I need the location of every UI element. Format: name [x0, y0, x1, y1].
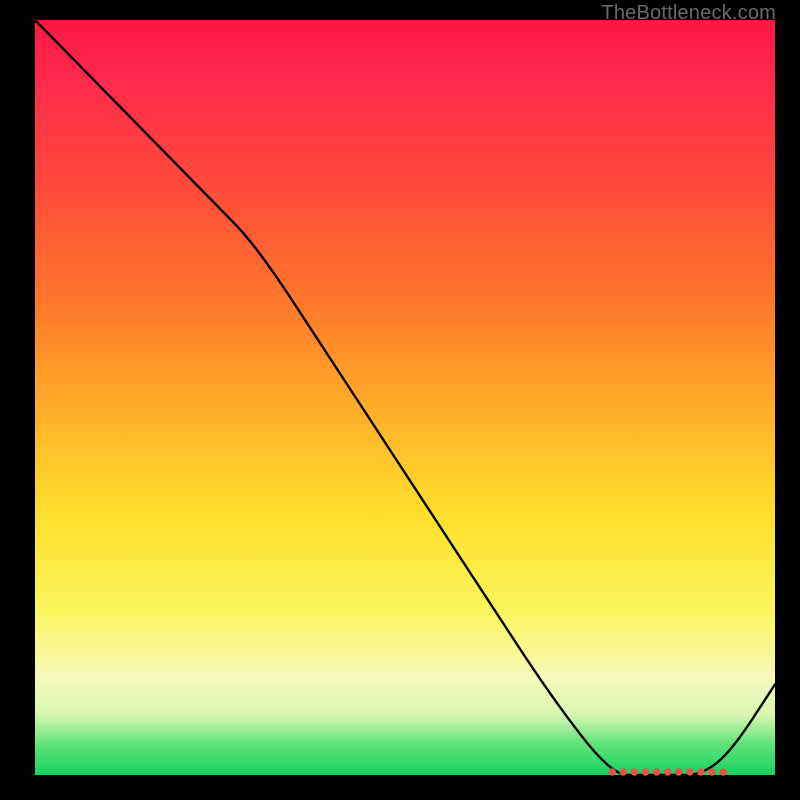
chart-svg [35, 20, 775, 775]
valley-marker [653, 769, 659, 775]
valley-marker [698, 769, 704, 775]
valley-marker [631, 769, 637, 775]
data-line [35, 20, 775, 775]
valley-marker [687, 769, 693, 775]
valley-marker [620, 769, 626, 775]
chart-frame: TheBottleneck.com [0, 0, 800, 800]
valley-marker [665, 769, 671, 775]
valley-marker [676, 769, 682, 775]
valley-marker [709, 769, 715, 775]
valley-marker [642, 769, 648, 775]
plot-area [35, 20, 775, 775]
valley-marker [609, 769, 615, 775]
valley-marker [720, 769, 726, 775]
